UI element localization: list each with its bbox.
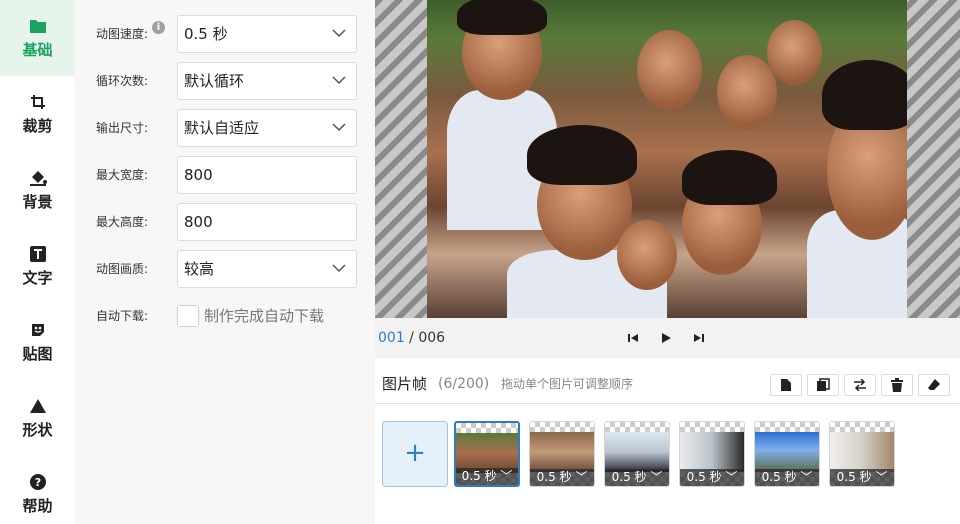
triangle-icon [29,397,47,415]
clear-frames-button[interactable] [918,374,950,396]
frame-image [680,432,744,472]
step-forward-icon [694,334,704,342]
nav-item-background[interactable]: 背景 [0,152,75,228]
nav-label: 裁剪 [22,116,53,135]
nav-item-shape[interactable]: 形状 [0,380,75,456]
max-height-row: 最大高度: 800 [75,203,375,241]
size-row: 输出尺寸: 默认自适应 [75,109,375,147]
loop-row: 循环次数: 默认循环 [75,62,375,100]
nav-label: 帮助 [22,496,53,515]
max-width-row: 最大宽度: 800 [75,156,375,194]
settings-panel: 动图速度: i 0.5 秒 循环次数: 默认循环 输出尺寸: 默认自适应 最大宽… [75,0,375,524]
preview-area [375,0,960,318]
play-button[interactable] [658,330,674,346]
speed-row: 动图速度: i 0.5 秒 [75,15,375,53]
nav-label: 形状 [22,420,53,439]
nav-item-help[interactable]: ? 帮助 [0,456,75,524]
quality-label: 动图画质: [96,262,149,276]
paint-bucket-icon [29,169,47,187]
frame-thumbnail[interactable]: 0.5 秒 ﹀ [679,421,745,487]
swap-frame-button[interactable] [844,374,876,396]
frames-header: 图片帧 (6/200) 拖动单个图片可调整顺序 [375,358,960,404]
delete-frame-button[interactable] [881,374,913,396]
nav-label: 基础 [22,40,53,59]
current-frame: 001 [378,330,405,346]
nav-label: 贴图 [22,344,53,363]
frames-title: 图片帧 [382,375,428,393]
quality-select[interactable]: 较高 [177,250,357,288]
eraser-icon [928,379,940,390]
swap-icon [854,379,866,391]
preview-image [427,0,907,318]
add-frame-button[interactable]: + [382,421,448,487]
max-width-label: 最大宽度: [96,168,149,182]
frame-duration[interactable]: 0.5 秒 ﹀ [530,469,594,486]
loop-label: 循环次数: [96,74,149,88]
counter-separator: / [404,330,419,346]
frames-strip: + 0.5 秒 ﹀ 0.5 秒 ﹀ 0.5 秒 ﹀ 0.5 秒 ﹀ 0.5 秒 … [375,404,960,524]
chevron-down-icon [332,29,346,38]
prev-frame-button[interactable] [625,330,641,346]
side-nav: 基础 裁剪 背景 文字 贴图 形状 ? 帮助 [0,0,75,524]
step-back-icon [628,334,638,342]
quality-row: 动图画质: 较高 [75,250,375,288]
frame-duration[interactable]: 0.5 秒 ﹀ [755,469,819,486]
frame-image [755,432,819,472]
nav-label: 文字 [22,268,53,287]
frame-duration[interactable]: 0.5 秒 ﹀ [456,468,518,485]
auto-download-checkbox[interactable] [177,305,199,327]
file-icon [781,379,791,391]
nav-item-basic[interactable]: 基础 [0,0,75,76]
nav-item-text[interactable]: 文字 [0,228,75,304]
nav-item-crop[interactable]: 裁剪 [0,76,75,152]
sticker-icon [29,321,47,339]
frame-thumbnail[interactable]: 0.5 秒 ﹀ [604,421,670,487]
nav-item-sticker[interactable]: 贴图 [0,304,75,380]
frame-thumbnail[interactable]: 0.5 秒 ﹀ [529,421,595,487]
auto-download-row: 自动下载: 制作完成自动下载 [75,297,375,335]
crop-icon [29,93,47,111]
frame-thumbnail[interactable]: 0.5 秒 ﹀ [829,421,895,487]
gif-maker-app: 基础 裁剪 背景 文字 贴图 形状 ? 帮助 动图速度: i 0.5 秒 循环次… [0,0,960,524]
svg-text:?: ? [34,476,40,489]
loop-select[interactable]: 默认循环 [177,62,357,100]
text-icon [29,245,47,263]
nav-label: 背景 [22,192,53,211]
play-icon [662,333,671,343]
size-select[interactable]: 默认自适应 [177,109,357,147]
trash-icon [891,378,903,392]
help-icon: ? [29,473,47,491]
max-height-input[interactable]: 800 [177,203,357,241]
speed-select[interactable]: 0.5 秒 [177,15,357,53]
auto-download-label: 自动下载: [96,309,149,323]
speed-label: 动图速度: [96,27,149,41]
frames-count: (6/200) [438,376,490,392]
max-height-label: 最大高度: [96,215,149,229]
chevron-down-icon [332,123,346,132]
frame-image [605,432,669,472]
auto-download-text: 制作完成自动下载 [204,307,325,325]
frame-image [830,432,894,472]
frame-thumbnail[interactable]: 0.5 秒 ﹀ [454,421,520,487]
chevron-down-icon [332,264,346,273]
frame-duration[interactable]: 0.5 秒 ﹀ [605,469,669,486]
next-frame-button[interactable] [691,330,707,346]
frame-image [456,433,518,473]
new-frame-button[interactable] [770,374,802,396]
max-width-input[interactable]: 800 [177,156,357,194]
frame-counter: 001 / 006 [378,318,445,358]
frame-duration[interactable]: 0.5 秒 ﹀ [830,469,894,486]
size-label: 输出尺寸: [96,121,149,135]
player-bar: 001 / 006 [375,318,960,358]
info-icon[interactable]: i [152,21,165,34]
total-frames: 006 [418,330,446,346]
chevron-down-icon [332,76,346,85]
folder-icon [29,17,47,35]
copy-frame-button[interactable] [807,374,839,396]
copy-icon [817,378,830,391]
frame-duration[interactable]: 0.5 秒 ﹀ [680,469,744,486]
frame-thumbnail[interactable]: 0.5 秒 ﹀ [754,421,820,487]
frame-image [530,432,594,472]
